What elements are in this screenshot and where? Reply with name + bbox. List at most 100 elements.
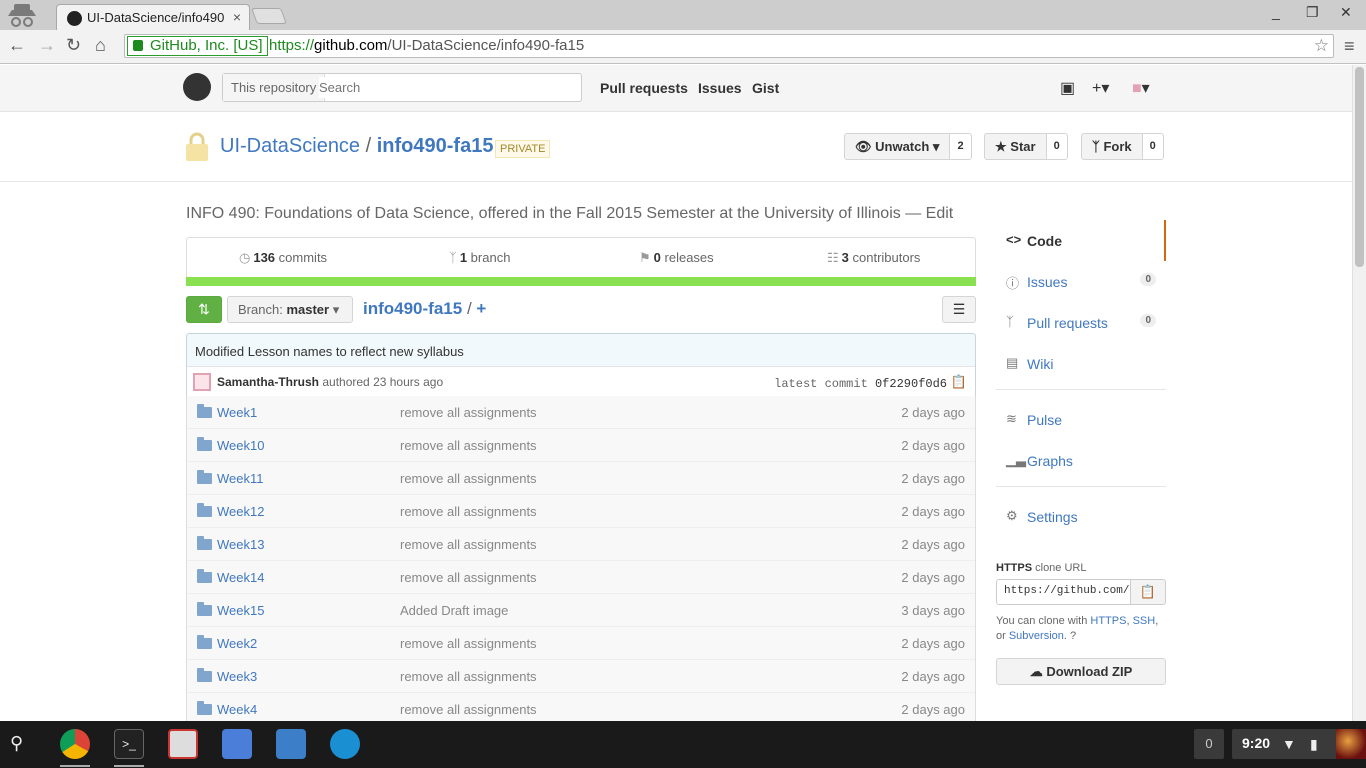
file-commit-message[interactable]: remove all assignments bbox=[400, 537, 537, 552]
reload-icon[interactable]: ↻ bbox=[66, 35, 81, 56]
author-name[interactable]: Samantha-Thrush bbox=[217, 375, 319, 389]
status-tray[interactable]: 9:20 ▼ ▮ bbox=[1232, 729, 1366, 759]
nav-gist[interactable]: Gist bbox=[752, 80, 779, 96]
back-arrow-icon[interactable]: ← bbox=[8, 35, 26, 56]
browser-tab-active[interactable]: UI-DataScience/info490 × bbox=[56, 4, 250, 31]
vnc-app-icon[interactable] bbox=[168, 729, 198, 759]
file-name-link[interactable]: Week15 bbox=[217, 603, 264, 618]
create-new-plus-icon[interactable]: +▾ bbox=[1092, 78, 1109, 98]
file-commit-message[interactable]: remove all assignments bbox=[400, 504, 537, 519]
clipboard-icon[interactable]: 📋 bbox=[951, 374, 967, 390]
notifications-inbox-icon[interactable]: ▣ bbox=[1060, 78, 1075, 98]
add-file-button[interactable]: + bbox=[476, 299, 486, 318]
download-zip-button[interactable]: ☁ Download ZIP bbox=[996, 658, 1166, 685]
author-avatar[interactable] bbox=[193, 373, 211, 391]
file-name-link[interactable]: Week10 bbox=[217, 438, 264, 453]
forward-arrow-icon[interactable]: → bbox=[38, 35, 56, 56]
search-box[interactable]: This repository bbox=[222, 73, 582, 102]
file-name-link[interactable]: Week2 bbox=[217, 636, 257, 651]
file-age: 2 days ago bbox=[901, 537, 965, 552]
sidebar-item-code[interactable]: <> Code bbox=[996, 220, 1166, 261]
file-commit-message[interactable]: remove all assignments bbox=[400, 438, 537, 453]
clone-https-link[interactable]: HTTPS bbox=[1090, 615, 1126, 627]
branch-select-button[interactable]: Branch: master ▾ bbox=[227, 296, 353, 323]
list-view-button[interactable]: ☰ bbox=[942, 296, 976, 323]
sidebar-item-settings[interactable]: ⚙ Settings bbox=[996, 496, 1166, 537]
sidebar-item-pulse[interactable]: ≋ Pulse bbox=[996, 399, 1166, 440]
file-name-link[interactable]: Week13 bbox=[217, 537, 264, 552]
tab-close-icon[interactable]: × bbox=[233, 9, 241, 25]
compare-pull-request-button[interactable]: ⇅ bbox=[186, 296, 222, 323]
terminal-app-icon[interactable]: >_ bbox=[114, 729, 144, 759]
edit-description-link[interactable]: Edit bbox=[926, 205, 954, 222]
repo-name-link[interactable]: info490-fa15 bbox=[377, 135, 494, 157]
fork-count[interactable]: 0 bbox=[1142, 133, 1164, 160]
clone-ssh-link[interactable]: SSH bbox=[1133, 615, 1156, 627]
files-app-icon[interactable] bbox=[330, 729, 360, 759]
search-input[interactable] bbox=[319, 77, 569, 98]
nav-issues[interactable]: Issues bbox=[698, 80, 742, 96]
sidebar-item-pull-requests[interactable]: ᛉ Pull requests 0 bbox=[996, 302, 1166, 343]
sha-label: latest commit bbox=[774, 377, 868, 391]
sidebar-item-issues[interactable]: ⓘ Issues 0 bbox=[996, 261, 1166, 302]
chrome-app-icon[interactable] bbox=[60, 729, 90, 759]
file-commit-message[interactable]: Added Draft image bbox=[400, 603, 508, 618]
clone-subversion-link[interactable]: Subversion bbox=[1009, 630, 1064, 642]
new-tab-button[interactable] bbox=[251, 8, 287, 24]
table-row: Week13 remove all assignments 2 days ago bbox=[187, 528, 975, 561]
sha-value[interactable]: 0f2290f0d6 bbox=[875, 377, 947, 391]
file-name-link[interactable]: Week1 bbox=[217, 405, 257, 420]
commit-message[interactable]: Modified Lesson names to reflect new syl… bbox=[195, 344, 464, 359]
app-launcher-search-icon[interactable]: ⚲ bbox=[10, 733, 23, 754]
file-name-link[interactable]: Week4 bbox=[217, 702, 257, 717]
watch-count[interactable]: 2 bbox=[950, 133, 972, 160]
file-name-link[interactable]: Week12 bbox=[217, 504, 264, 519]
address-bar[interactable]: GitHub, Inc. [US] https://github.com/UI-… bbox=[124, 34, 1334, 58]
page-scrollbar[interactable] bbox=[1352, 65, 1366, 721]
maximize-button[interactable]: ❐ bbox=[1306, 4, 1319, 21]
scrollbar-thumb[interactable] bbox=[1355, 67, 1364, 267]
releases-stat[interactable]: ⚑ 0 releases bbox=[639, 250, 714, 266]
file-name-link[interactable]: Week11 bbox=[217, 471, 264, 486]
user-avatar-icon[interactable]: ■▾ bbox=[1132, 78, 1150, 98]
star-button[interactable]: ★ Star bbox=[984, 133, 1047, 160]
nav-pull-requests[interactable]: Pull requests bbox=[600, 80, 688, 96]
star-count[interactable]: 0 bbox=[1046, 133, 1068, 160]
clone-url-field[interactable]: https://github.com/UI-DataScience/info49… bbox=[996, 579, 1131, 605]
breadcrumb-repo-link[interactable]: info490-fa15 bbox=[363, 299, 462, 318]
file-name-link[interactable]: Week14 bbox=[217, 570, 264, 585]
language-bar[interactable] bbox=[186, 277, 976, 286]
contributors-stat[interactable]: ☷ 3 contributors bbox=[827, 250, 920, 266]
pulse-icon: ≋ bbox=[1006, 411, 1017, 426]
graph-icon: ▁▃ bbox=[1006, 452, 1026, 467]
mail-app-icon[interactable] bbox=[276, 729, 306, 759]
docs-app-icon[interactable] bbox=[222, 729, 252, 759]
notification-counter[interactable]: 0 bbox=[1194, 729, 1224, 759]
minimize-button[interactable]: _ bbox=[1272, 4, 1280, 20]
unwatch-button[interactable]: 👁 Unwatch ▾ bbox=[844, 133, 951, 160]
chrome-menu-icon[interactable]: ≡ bbox=[1344, 36, 1355, 57]
sidebar-item-graphs[interactable]: ▁▃ Graphs bbox=[996, 440, 1166, 481]
sidebar-item-wiki[interactable]: ▤ Wiki bbox=[996, 343, 1166, 384]
repo-owner-link[interactable]: UI-DataScience bbox=[220, 135, 360, 157]
home-icon[interactable]: ⌂ bbox=[95, 35, 106, 56]
file-commit-message[interactable]: remove all assignments bbox=[400, 405, 537, 420]
branch-stat[interactable]: ᛉ1 branch bbox=[449, 250, 510, 265]
file-commit-message[interactable]: remove all assignments bbox=[400, 669, 537, 684]
octocat-logo-icon[interactable] bbox=[183, 73, 211, 101]
file-commit-message[interactable]: remove all assignments bbox=[400, 471, 537, 486]
file-commit-message[interactable]: remove all assignments bbox=[400, 636, 537, 651]
copy-clone-url-button[interactable]: 📋 bbox=[1130, 579, 1166, 605]
ev-certificate-badge[interactable]: GitHub, Inc. [US] bbox=[127, 36, 268, 56]
file-commit-message[interactable]: remove all assignments bbox=[400, 570, 537, 585]
file-age: 2 days ago bbox=[901, 405, 965, 420]
close-window-button[interactable]: ✕ bbox=[1340, 4, 1352, 21]
folder-icon bbox=[197, 635, 212, 649]
commits-stat[interactable]: ◷ 136 commits bbox=[239, 250, 327, 266]
help-question-icon[interactable]: ? bbox=[1070, 630, 1076, 642]
repo-description: INFO 490: Foundations of Data Science, o… bbox=[186, 205, 953, 223]
file-commit-message[interactable]: remove all assignments bbox=[400, 702, 537, 717]
bookmark-star-icon[interactable]: ☆ bbox=[1314, 35, 1329, 57]
fork-button[interactable]: ᛉ Fork bbox=[1081, 133, 1143, 160]
file-name-link[interactable]: Week3 bbox=[217, 669, 257, 684]
